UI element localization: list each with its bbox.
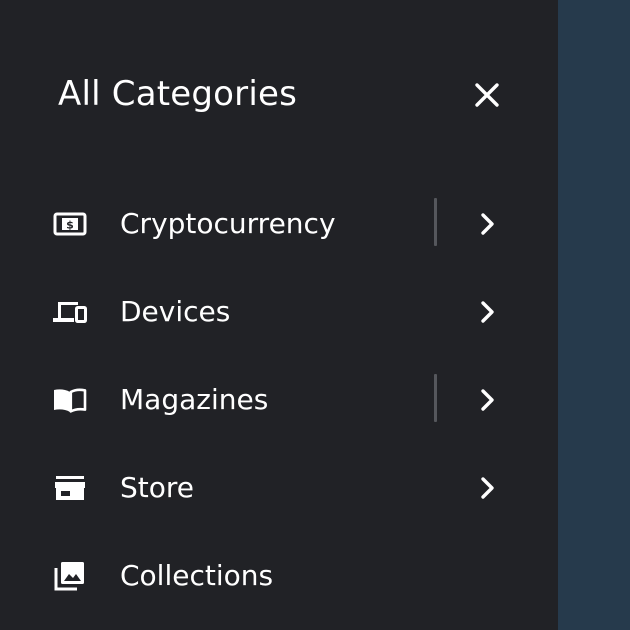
categories-drawer: All Categories $ Cryptocurrency Devices … [0, 0, 558, 630]
category-item-devices: Devices [0, 268, 558, 356]
book-icon [52, 382, 88, 418]
category-label: Magazines [120, 383, 269, 416]
category-label: Devices [120, 295, 231, 328]
category-list: $ Cryptocurrency Devices Magazines Store… [0, 180, 558, 620]
category-item-magazines: Magazines [0, 356, 558, 444]
close-button[interactable] [466, 74, 508, 116]
divider [434, 198, 437, 246]
category-link-magazines[interactable]: Magazines [0, 356, 430, 444]
category-label: Store [120, 471, 195, 504]
category-item-store: Store [0, 444, 558, 532]
category-item-cryptocurrency: $ Cryptocurrency [0, 180, 558, 268]
category-item-collections: Collections [0, 532, 558, 620]
chevron-right-icon [481, 477, 494, 499]
category-link-devices[interactable]: Devices [0, 268, 430, 356]
chevron-right-icon [481, 301, 494, 323]
expand-button-devices[interactable] [466, 290, 510, 334]
close-icon [475, 83, 499, 107]
expand-button-cryptocurrency[interactable] [466, 202, 510, 246]
drawer-title: All Categories [58, 74, 298, 114]
devices-icon [52, 294, 88, 330]
expand-button-magazines[interactable] [466, 378, 510, 422]
category-link-collections[interactable]: Collections [0, 532, 430, 620]
storefront-icon [52, 470, 88, 506]
chevron-right-icon [481, 389, 494, 411]
category-label: Cryptocurrency [120, 207, 336, 240]
divider [434, 374, 437, 422]
photo-library-icon [52, 558, 88, 594]
expand-button-store[interactable] [466, 466, 510, 510]
svg-text:$: $ [66, 219, 74, 232]
category-link-store[interactable]: Store [0, 444, 430, 532]
category-link-cryptocurrency[interactable]: $ Cryptocurrency [0, 180, 430, 268]
chevron-right-icon [481, 213, 494, 235]
category-label: Collections [120, 559, 274, 592]
money-bill-icon: $ [52, 206, 88, 242]
